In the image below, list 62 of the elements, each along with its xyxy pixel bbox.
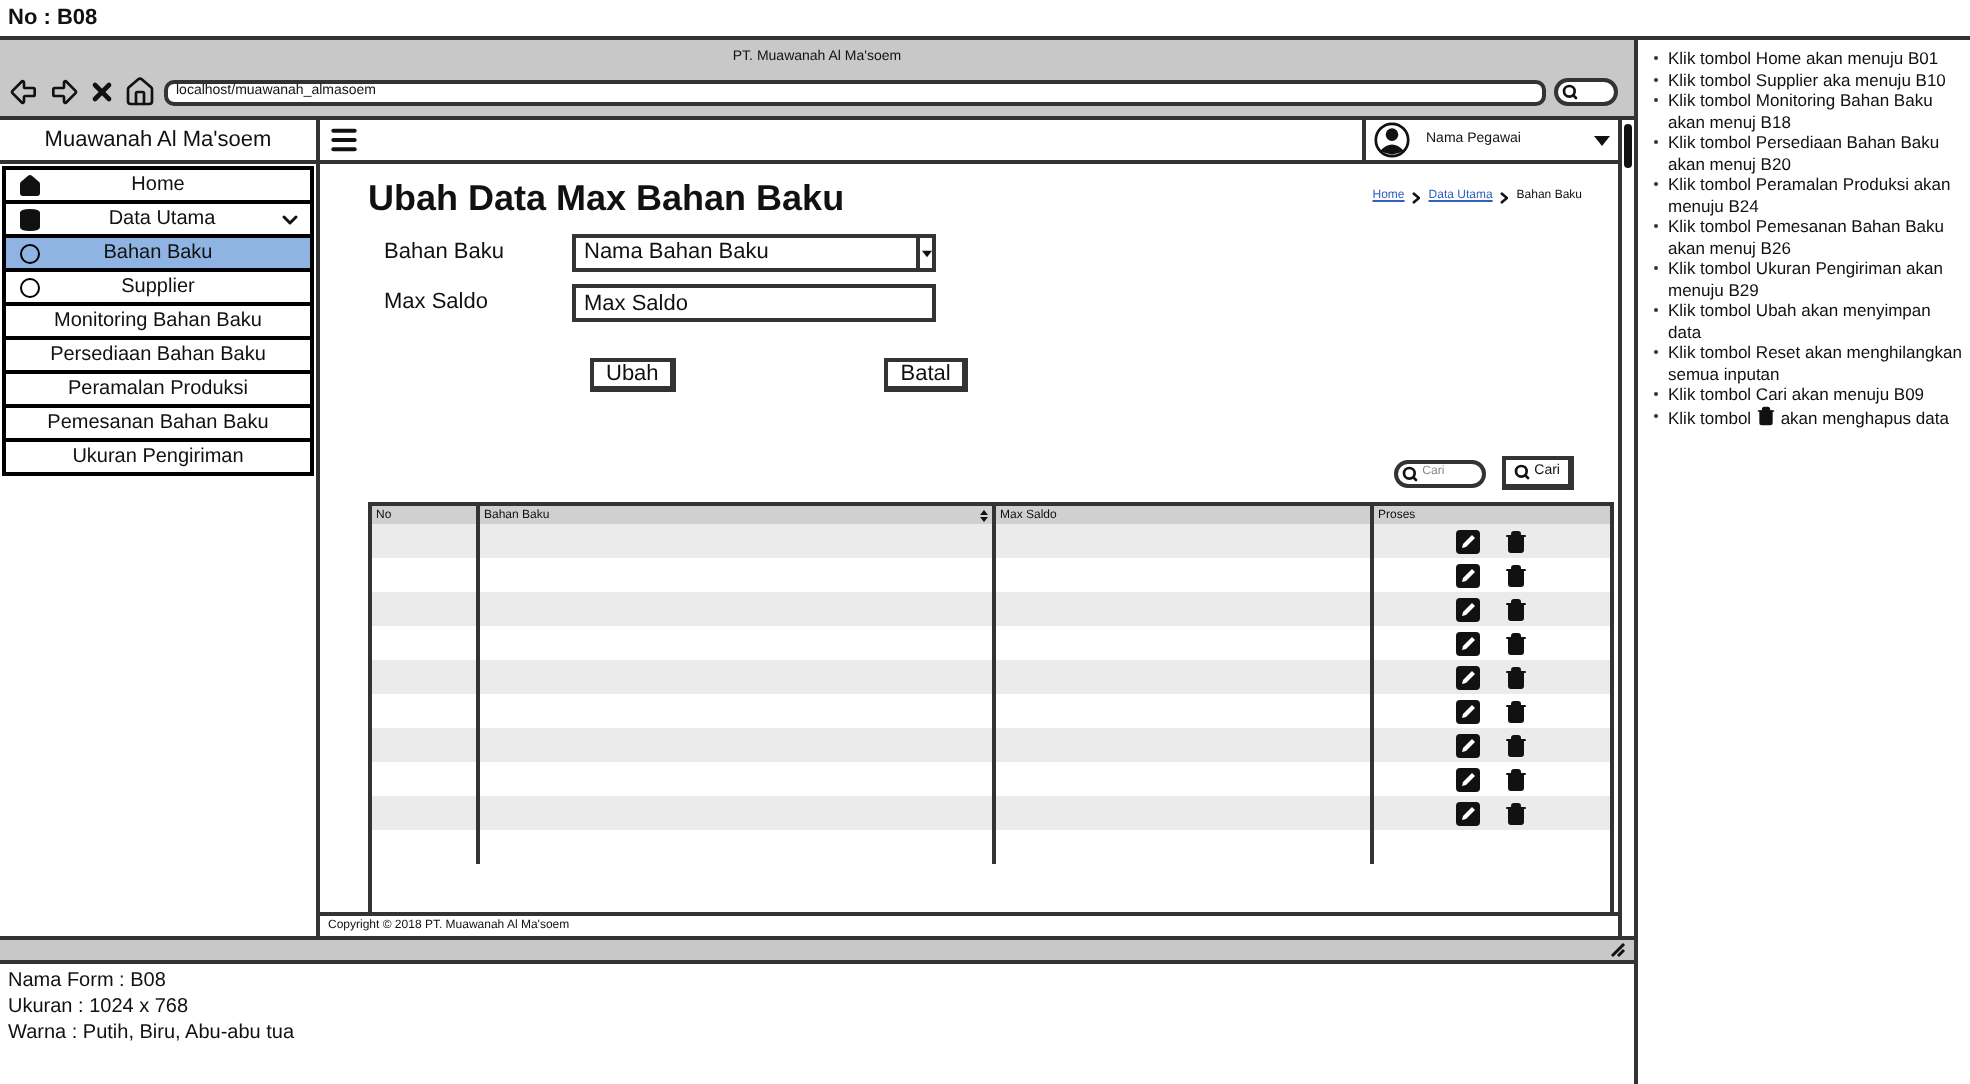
note-text: Klik tombol Ukuran Pengiriman akan menuju B29 [1668,258,1945,300]
chevron-icon [1412,191,1421,203]
scrollbar[interactable] [1618,120,1634,936]
note-text: Klik tombol Cari akan menuju B09 [1668,384,1925,405]
form-button[interactable]: Ubah [590,358,677,392]
close-icon[interactable] [88,78,116,106]
note-text: Klik tombol Monitoring Bahan Baku akan menuj B18 [1668,90,1935,132]
database-icon [18,207,42,231]
chevron-icon [1500,191,1509,203]
edit-icon[interactable] [1456,767,1480,791]
form-number: No : B08 [8,3,98,34]
page-title: Ubah Data Max Bahan Baku [368,176,845,222]
note-text: Klik tombol Pemesanan Bahan Baku akan menuj B26 [1668,216,1946,258]
field-label: Bahan Baku [382,238,506,269]
note-text: Klik tombol Reset akan menghilangkan semua inputan [1668,342,1964,384]
trash-icon[interactable] [1504,733,1528,757]
form-button[interactable]: Batal [884,358,969,392]
trash-icon[interactable] [1504,631,1528,655]
search-icon [1514,464,1531,480]
input-field[interactable]: Max Saldo [572,284,936,322]
caret-icon [1594,135,1610,145]
trash-icon[interactable] [1504,665,1528,689]
home-icon [18,173,42,197]
note-text: Klik tombol akan menghapus data [1668,405,1949,428]
trash-icon[interactable] [1504,563,1528,587]
note-text: Klik tombol Persediaan Bahan Baku akan menuj B20 [1668,132,1942,174]
note-text: Klik tombol Ubah akan menyimpan data [1668,300,1933,342]
form-info-line: Warna : Putih, Biru, Abu-abu tua [8,1020,297,1046]
sidebar-item[interactable]: Ukuran Pengiriman [2,438,314,476]
browser-search-field[interactable] [1554,78,1618,106]
trash-icon[interactable] [1504,767,1528,791]
trash-icon[interactable] [1504,529,1528,553]
form-info-line: Nama Form : B08 [8,968,168,994]
edit-icon[interactable] [1456,597,1480,621]
home-icon[interactable] [124,76,156,108]
resize-grip-icon[interactable] [1610,942,1626,958]
trash-icon[interactable] [1504,801,1528,825]
edit-icon[interactable] [1456,699,1480,723]
user-avatar-icon [1374,122,1410,158]
form-info-line: Ukuran : 1024 x 768 [8,994,191,1020]
trash-icon[interactable] [1755,405,1776,425]
edit-icon[interactable] [1456,529,1480,553]
menu-icon[interactable] [328,124,360,156]
brand-name: Muawanah Al Ma'soem [44,125,272,156]
edit-icon[interactable] [1456,631,1480,655]
edit-icon[interactable] [1456,733,1480,757]
edit-icon[interactable] [1456,801,1480,825]
note-text: Klik tombol Peramalan Produksi akan menuju B24 [1668,174,1953,216]
caret-icon [921,249,931,257]
search-icon [1562,84,1578,100]
edit-icon[interactable] [1456,563,1480,587]
note-text: Klik tombol Supplier aka menuju B10 [1668,69,1946,90]
sort-icon[interactable] [980,509,988,521]
search-icon [1402,465,1419,481]
trash-icon[interactable] [1504,699,1528,723]
select-field[interactable]: Nama Bahan Baku [572,234,936,272]
note-text: Klik tombol Home akan menuju B01 [1668,48,1939,69]
trash-icon[interactable] [1504,597,1528,621]
back-icon[interactable] [8,76,40,108]
forward-icon[interactable] [48,76,80,108]
field-label: Max Saldo [382,288,490,319]
edit-icon[interactable] [1456,665,1480,689]
